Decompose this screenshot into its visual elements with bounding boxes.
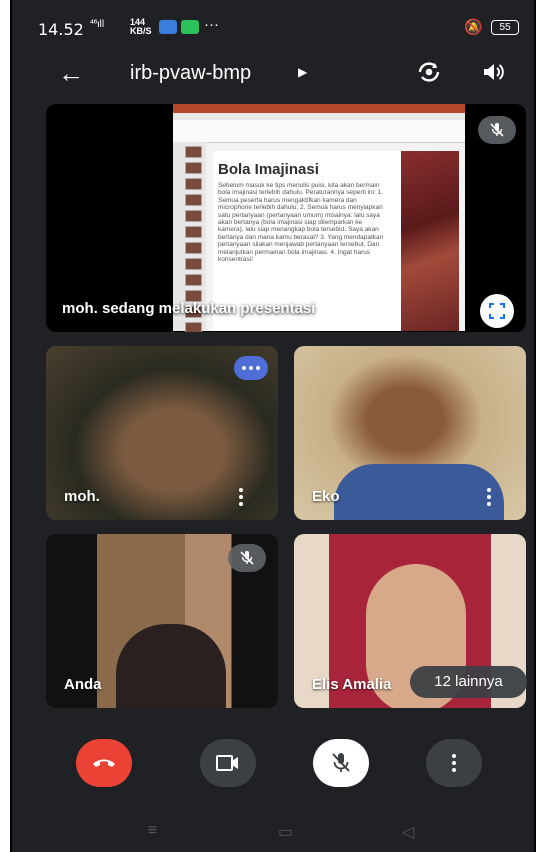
home-icon[interactable]: ▭ [278, 822, 293, 842]
participant-tile-eko[interactable]: Eko [294, 346, 526, 520]
slide-image [401, 151, 459, 331]
shared-slide-screen: Bola Imajinasi Sebelum masuk ke tips men… [173, 104, 465, 332]
more-vertical-icon[interactable] [486, 488, 492, 506]
status-time: 14.52 [38, 20, 84, 39]
mic-off-icon [228, 544, 266, 572]
more-options-button[interactable] [234, 356, 268, 380]
camera-toggle-button[interactable] [200, 739, 256, 787]
battery-indicator: 55 [491, 20, 519, 35]
slide-text: Sebelum masuk ke tips menulis puisi, kit… [218, 182, 384, 264]
meeting-code[interactable]: irb-pvaw-bmp [130, 62, 251, 85]
presenting-caption: moh. sedang melakukan presentasi [62, 300, 316, 317]
fullscreen-icon[interactable] [480, 294, 514, 328]
whatsapp-notification-icon [181, 20, 199, 34]
participant-name: moh. [64, 488, 100, 505]
end-call-button[interactable] [76, 739, 132, 787]
more-vertical-icon [451, 754, 457, 772]
others-count-chip[interactable]: 12 lainnya [410, 666, 527, 698]
powerpoint-ribbon [173, 104, 465, 143]
mic-off-icon [332, 753, 350, 772]
participant-figure [116, 624, 226, 708]
presentation-tile[interactable]: Bola Imajinasi Sebelum masuk ke tips men… [46, 104, 526, 332]
network-speed: 144 KB/S [130, 18, 152, 36]
system-nav-bar: ≡ ▭ ◁ [12, 812, 534, 852]
back-nav-icon[interactable]: ◁ [402, 822, 414, 842]
signal-icon: ⁴⁶ıll [90, 19, 104, 30]
participant-tile-moh[interactable]: moh. [46, 346, 278, 520]
chevron-right-icon[interactable]: ▶ [298, 65, 307, 79]
mic-toggle-button[interactable] [313, 739, 369, 787]
speaker-icon[interactable] [481, 60, 505, 89]
more-notifications-icon: ··· [204, 16, 219, 33]
participant-shirt [334, 464, 504, 520]
participant-name: Eko [312, 488, 340, 505]
status-bar: 14.52 ⁴⁶ıll 144 KB/S ··· 🔕 55 [12, 0, 534, 52]
hangup-icon [93, 759, 115, 767]
participant-name: Anda [64, 676, 102, 693]
gallery-notification-icon [159, 20, 177, 34]
switch-camera-icon[interactable] [416, 60, 442, 89]
app-frame: 14.52 ⁴⁶ıll 144 KB/S ··· 🔕 55 ← irb-pvaw… [10, 0, 536, 852]
participant-tile-self[interactable]: Anda [46, 534, 278, 708]
slide-title: Bola Imajinasi [218, 161, 319, 178]
more-vertical-icon[interactable] [238, 488, 244, 506]
mic-off-icon [478, 116, 516, 144]
participant-name: Elis Amalia [312, 676, 392, 693]
more-options-button[interactable] [426, 739, 482, 787]
meeting-app-bar: ← irb-pvaw-bmp ▶ [12, 52, 534, 94]
speed-unit: KB/S [130, 26, 152, 36]
vibrate-mute-icon: 🔕 [464, 19, 483, 36]
arrow-left-icon[interactable]: ← [58, 58, 84, 89]
menu-icon[interactable]: ≡ [148, 822, 157, 840]
video-camera-icon [216, 755, 238, 771]
